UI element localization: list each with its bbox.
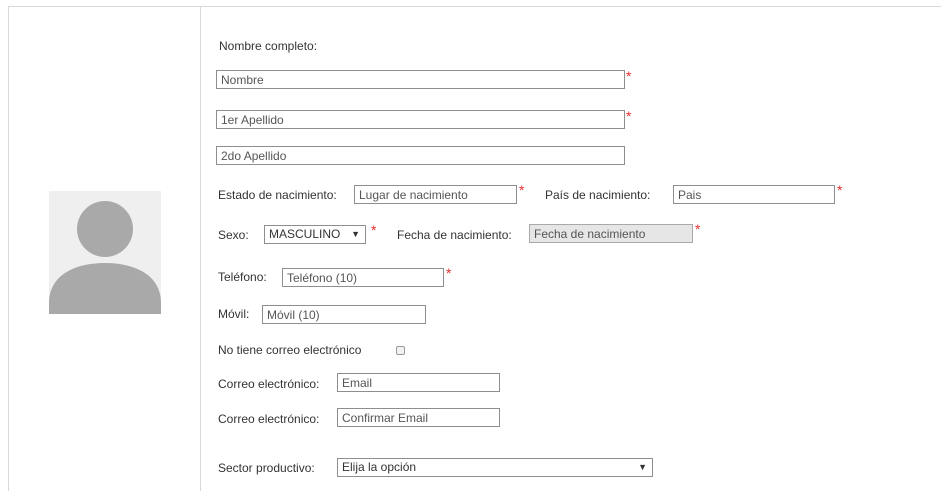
- required-asterisk: *: [837, 182, 843, 198]
- column-divider: [200, 6, 201, 491]
- fecha-nacimiento-input[interactable]: [529, 224, 693, 243]
- required-asterisk: *: [446, 265, 452, 281]
- sector-label: Sector productivo:: [218, 461, 315, 475]
- sexo-select[interactable]: MASCULINO ▼: [264, 225, 366, 244]
- required-asterisk: *: [371, 222, 377, 238]
- no-email-checkbox[interactable]: [396, 346, 405, 355]
- movil-input[interactable]: [262, 305, 426, 324]
- frame-top-border: [8, 6, 941, 7]
- telefono-label: Teléfono:: [218, 270, 267, 284]
- required-asterisk: *: [626, 108, 632, 124]
- frame-left-border: [8, 6, 9, 491]
- sector-select[interactable]: Elija la opción ▼: [337, 458, 653, 477]
- email-confirm-label: Correo electrónico:: [218, 412, 320, 426]
- sector-selected-value: Elija la opción: [342, 460, 417, 474]
- apellido2-input[interactable]: [216, 146, 625, 165]
- estado-input[interactable]: [354, 185, 517, 204]
- estado-label: Estado de nacimiento:: [218, 188, 337, 202]
- email-label: Correo electrónico:: [218, 377, 320, 391]
- apellido1-input[interactable]: [216, 110, 625, 129]
- email-confirm-input[interactable]: [337, 408, 500, 427]
- triangle-down-icon: ▼: [351, 229, 360, 239]
- pais-input[interactable]: [673, 185, 835, 204]
- email-input[interactable]: [337, 373, 500, 392]
- required-asterisk: *: [695, 221, 701, 237]
- nombre-input[interactable]: [216, 70, 625, 89]
- avatar: [49, 191, 161, 314]
- pais-label: País de nacimiento:: [545, 188, 651, 202]
- movil-label: Móvil:: [218, 307, 250, 321]
- user-silhouette-icon: [49, 201, 161, 314]
- telefono-input[interactable]: [282, 268, 444, 287]
- required-asterisk: *: [626, 68, 632, 84]
- no-email-label: No tiene correo electrónico: [218, 343, 362, 357]
- sexo-selected-value: MASCULINO: [269, 227, 341, 241]
- fecha-label: Fecha de nacimiento:: [397, 228, 512, 242]
- sexo-label: Sexo:: [218, 228, 249, 242]
- triangle-down-icon: ▼: [638, 462, 647, 472]
- required-asterisk: *: [519, 182, 525, 198]
- full-name-label: Nombre completo:: [219, 39, 318, 53]
